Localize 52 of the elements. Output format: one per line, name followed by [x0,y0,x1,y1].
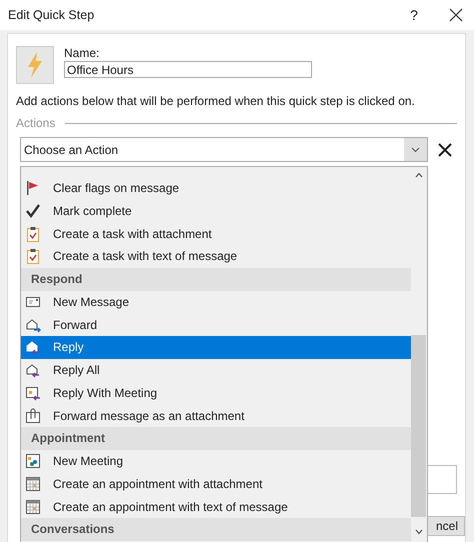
clipboard-icon [25,248,41,264]
scroll-up-icon[interactable] [415,172,423,178]
group-header: Respond [21,268,411,291]
menu-item-label: Reply With Meeting [53,384,158,402]
menu-item[interactable]: Forward [21,313,411,336]
actions-label: Actions [16,115,56,132]
menu-item-label: Reply [53,339,84,356]
menu-item-label: Forward [53,316,98,334]
help-button[interactable]: ? [399,4,429,26]
description-text: Add actions below that will be performed when this quick step is clicked on. [16,94,416,108]
menu-item-label: Create an appointment with text of message [53,498,288,516]
menu-item-label: Create a task with attachment [53,226,212,243]
menu-item[interactable]: Create a task with text of message [21,245,411,268]
menu-item-label: Reply All [53,362,100,380]
group-header: Appointment [21,426,411,450]
menu-item[interactable]: Clear flags on message [21,177,411,200]
menu-item[interactable]: Reply All [21,358,411,382]
menu-item[interactable]: Reply With Meeting [21,382,411,404]
calendar-icon [25,498,41,515]
meeting-calendar-icon [25,453,41,470]
menu-item-label: Clear flags on message [53,180,180,198]
dropdown-value: Choose an Action [23,142,120,158]
menu-item[interactable]: New Meeting [21,450,411,473]
menu-item[interactable]: Reply [21,336,411,359]
menu-item-label: New Message [53,294,130,312]
calendar-reply-icon [25,384,41,401]
menu-item[interactable]: Create an appointment with text of message [21,495,411,518]
scroll-down-icon[interactable] [415,529,423,535]
delete-icon[interactable] [438,142,452,156]
menu-item-label: Mark complete [53,203,132,220]
menu-item[interactable]: Create a task with attachment [21,222,411,246]
reply-mail-icon [25,339,41,356]
forward-mail-icon [25,316,41,333]
menu-item-label: New Meeting [53,453,124,470]
checkmark-icon [25,203,41,220]
menu-item[interactable]: Create an appointment with attachment [21,472,411,496]
menu-item[interactable]: Mark complete [21,200,411,222]
calendar-icon [25,476,41,492]
scroll-thumb[interactable] [411,335,426,517]
menu-item[interactable]: Forward message as an attachment [21,404,411,427]
clipboard-icon [25,226,41,242]
menu-item-label: Create a task with text of message [53,248,238,266]
menu-item-label: Create an appointment with attachment [53,476,262,493]
action-dropdown[interactable]: Choose an Action [20,137,428,162]
close-icon[interactable] [449,8,463,22]
group-header: Conversations [21,518,411,541]
reply-mail-icon [25,362,41,378]
menu-item-label: Forward message as an attachment [53,408,244,425]
window-title: Edit Quick Step [8,6,96,24]
name-label: Name: [64,46,100,60]
menu-item[interactable]: New Message [21,290,411,314]
name-field[interactable]: Office Hours [64,61,312,78]
